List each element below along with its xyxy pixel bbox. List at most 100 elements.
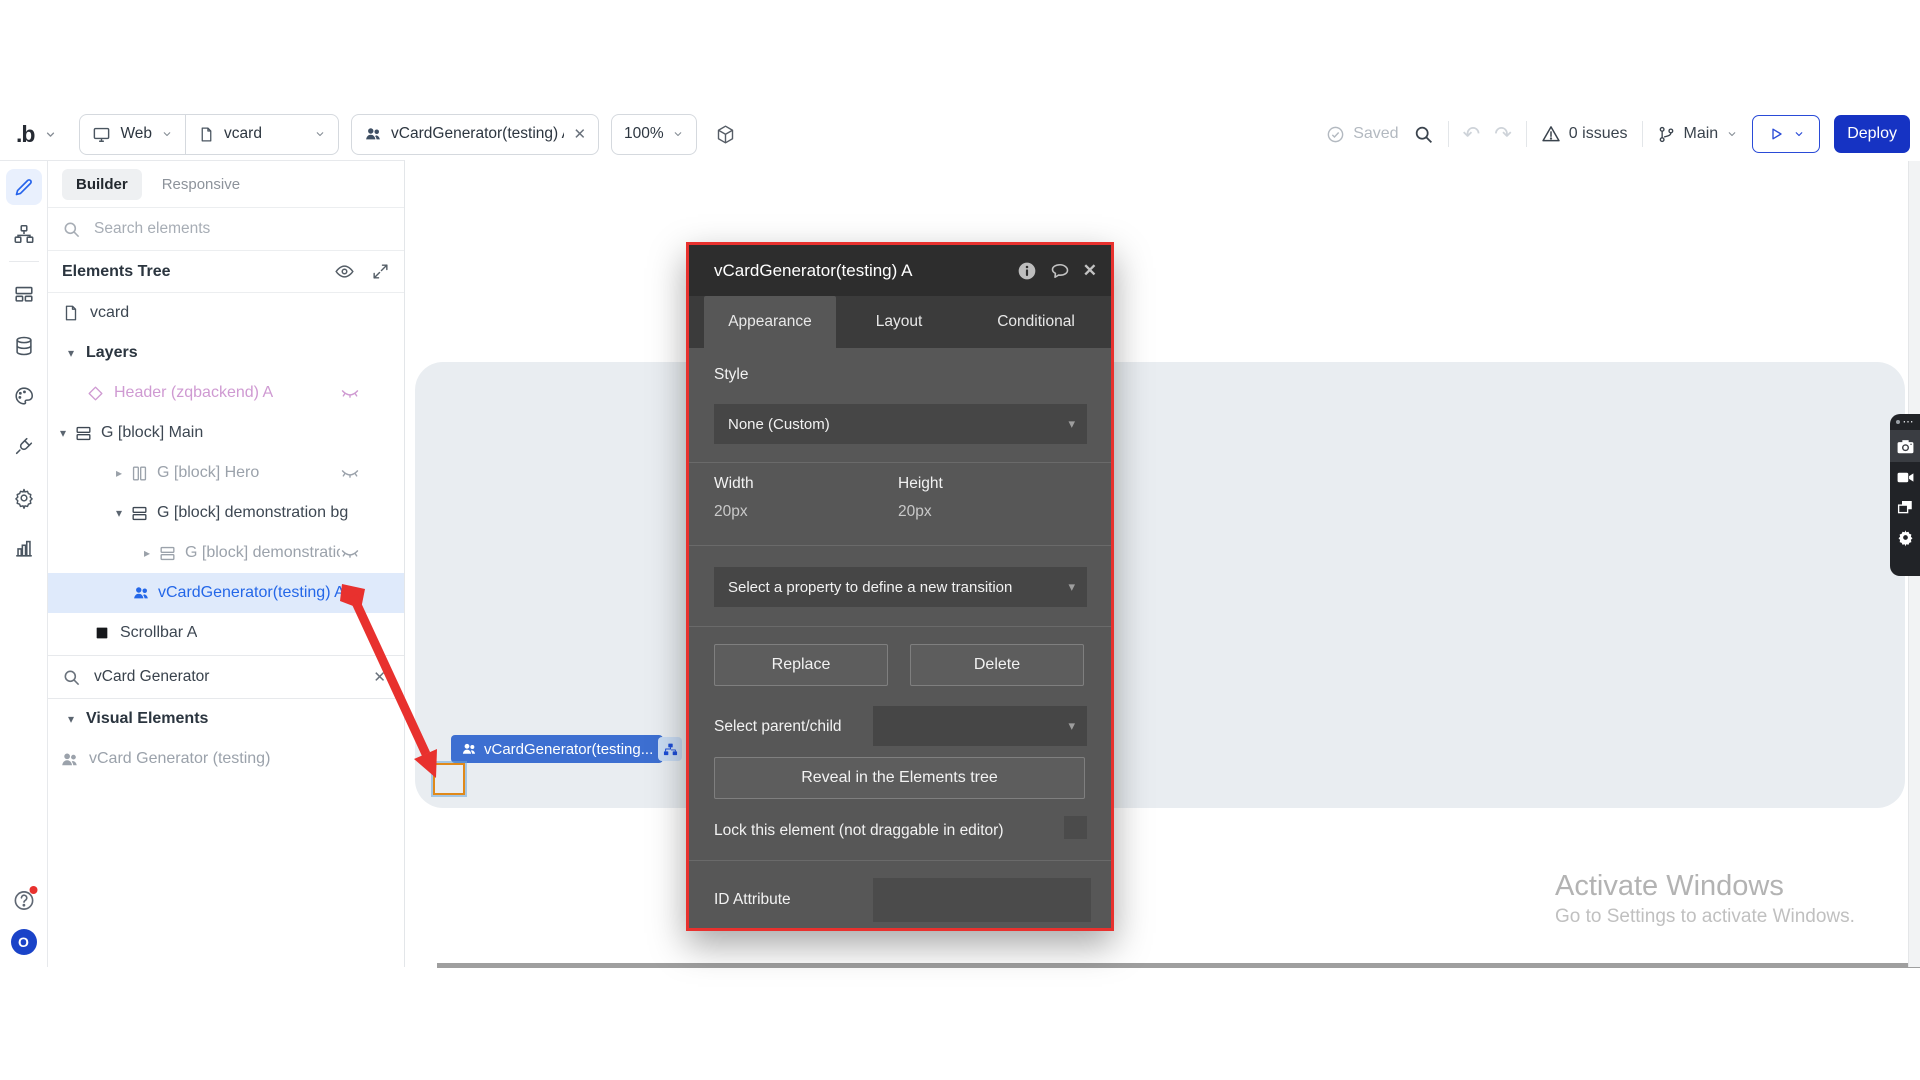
design-tab-active[interactable] — [6, 169, 42, 205]
caret-right-icon[interactable]: ▸ — [140, 546, 154, 560]
element-tab[interactable]: vCardGenerator(testing) A ✕ — [351, 114, 599, 155]
caret-down-icon[interactable]: ▾ — [64, 346, 78, 360]
id-attribute-input[interactable] — [873, 878, 1091, 922]
search-icon[interactable] — [1413, 124, 1434, 145]
zoom-dropdown[interactable]: 100% — [611, 114, 697, 155]
people-icon — [364, 125, 382, 143]
eye-icon[interactable] — [334, 261, 355, 282]
help-button[interactable] — [12, 889, 35, 912]
close-icon[interactable]: ✕ — [1083, 261, 1097, 281]
issues-indicator[interactable]: 0 issues — [1541, 124, 1628, 144]
search-icon — [62, 668, 81, 687]
logs-tab[interactable] — [13, 537, 35, 559]
chevron-down-icon[interactable] — [44, 128, 57, 141]
library-item-label: vCard Generator (testing) — [89, 750, 270, 768]
caret-down-icon[interactable]: ▾ — [112, 506, 126, 520]
redo-icon[interactable]: ↷ — [1494, 124, 1512, 145]
parent-child-label: Select parent/child — [714, 718, 842, 736]
screenshot-button[interactable] — [1890, 430, 1920, 462]
activate-windows-title: Activate Windows — [1555, 870, 1784, 903]
record-button[interactable] — [1890, 462, 1920, 492]
tree-row-block-hero[interactable]: ▸ G [block] Hero — [48, 453, 404, 493]
tab-responsive[interactable]: Responsive — [152, 169, 250, 200]
reveal-tree-chip[interactable] — [658, 737, 682, 761]
transition-dropdown[interactable]: Select a property to define a new transi… — [714, 567, 1087, 607]
undo-icon[interactable]: ↶ — [1463, 124, 1481, 145]
tree-row-block-demonstration[interactable]: ▸ G [block] demonstration — [48, 533, 404, 573]
tree-row-vcardgenerator-selected[interactable]: vCardGenerator(testing) A — [48, 573, 404, 613]
bubble-editor: .b Web — [0, 0, 1920, 1080]
play-icon — [1768, 126, 1784, 142]
horizontal-scrollbar[interactable] — [437, 963, 1920, 968]
page-dropdown[interactable]: vcard — [186, 115, 338, 154]
divider — [689, 462, 1111, 463]
delete-button[interactable]: Delete — [910, 644, 1084, 686]
design-canvas[interactable]: vCardGenerator(testing... Activate Windo… — [405, 160, 1920, 967]
parent-child-dropdown[interactable]: ▾ — [873, 706, 1087, 746]
tab-conditional[interactable]: Conditional — [962, 296, 1110, 348]
panel-tabs: Builder Responsive — [48, 161, 404, 208]
tab-builder[interactable]: Builder — [62, 169, 142, 200]
info-icon[interactable] — [1017, 261, 1037, 281]
styles-tab[interactable] — [13, 385, 35, 407]
eye-closed-icon[interactable] — [340, 543, 360, 563]
style-dropdown[interactable]: None (Custom) ▾ — [714, 404, 1087, 444]
copy-windows-icon — [1896, 498, 1914, 516]
tab-appearance[interactable]: Appearance — [704, 296, 836, 348]
comment-icon[interactable] — [1050, 261, 1070, 281]
divider — [1448, 121, 1449, 147]
platform-dropdown[interactable]: Web — [80, 115, 185, 154]
people-icon — [461, 741, 477, 757]
data-tab[interactable] — [13, 335, 35, 357]
screen-capture-extension-toolbar: ⋯ — [1890, 414, 1920, 576]
filled-square-icon — [94, 625, 110, 641]
caret-right-icon[interactable]: ▸ — [112, 466, 126, 480]
expand-icon[interactable] — [371, 262, 390, 281]
selected-element-outline[interactable] — [433, 763, 465, 795]
search-elements-input[interactable] — [92, 219, 390, 239]
selected-element-pill[interactable]: vCardGenerator(testing... — [451, 735, 663, 763]
lock-element-checkbox[interactable] — [1064, 816, 1087, 839]
chevron-down-icon — [672, 128, 684, 140]
workflow-tab[interactable] — [13, 223, 35, 245]
tree-row-label: G [block] demonstration — [185, 544, 340, 562]
library-item-vcard-generator[interactable]: vCard Generator (testing) — [48, 739, 404, 779]
app-logo[interactable]: .b — [16, 121, 57, 148]
copy-button[interactable] — [1890, 492, 1920, 522]
tree-row-layers[interactable]: ▾ Layers — [48, 333, 404, 373]
zoom-level: 100% — [624, 125, 664, 143]
clear-search-icon[interactable]: ✕ — [373, 668, 386, 686]
extension-handle[interactable]: ⋯ — [1890, 414, 1920, 430]
caret-down-icon[interactable]: ▾ — [64, 712, 78, 726]
chevron-down-icon — [161, 128, 173, 140]
section-visual-elements[interactable]: ▾ Visual Elements — [48, 699, 404, 739]
chevron-down-icon — [314, 128, 326, 140]
assistant-button[interactable]: O — [11, 929, 37, 955]
element-search-input[interactable] — [92, 667, 362, 687]
tree-row-header-element[interactable]: Header (zqbackend) A — [48, 373, 404, 413]
tab-layout[interactable]: Layout — [836, 296, 962, 348]
tree-row-block-main[interactable]: ▾ G [block] Main — [48, 413, 404, 453]
branch-selector[interactable]: Main — [1657, 125, 1739, 144]
dialog-header[interactable]: vCardGenerator(testing) A ✕ — [689, 245, 1111, 296]
eye-closed-icon[interactable] — [340, 383, 360, 403]
tree-row-block-demonstration-bg[interactable]: ▾ G [block] demonstration bg — [48, 493, 404, 533]
cube-icon[interactable] — [715, 124, 736, 145]
camera-icon — [1896, 437, 1915, 456]
reveal-in-tree-button[interactable]: Reveal in the Elements tree — [714, 757, 1085, 799]
extension-settings-button[interactable] — [1890, 522, 1920, 552]
settings-tab[interactable] — [13, 487, 35, 509]
activate-windows-subtitle: Go to Settings to activate Windows. — [1555, 906, 1855, 928]
replace-button[interactable]: Replace — [714, 644, 888, 686]
plugins-tab[interactable] — [13, 435, 35, 457]
monitor-icon — [92, 125, 111, 144]
preview-button[interactable] — [1752, 115, 1820, 153]
tree-row-page[interactable]: vcard — [48, 293, 404, 333]
close-icon[interactable]: ✕ — [573, 125, 586, 143]
caret-down-icon[interactable]: ▾ — [56, 426, 70, 440]
eye-closed-icon[interactable] — [340, 463, 360, 483]
components-tab[interactable] — [13, 283, 35, 305]
tree-row-scrollbar[interactable]: Scrollbar A — [48, 613, 404, 653]
divider — [1526, 121, 1527, 147]
deploy-button[interactable]: Deploy — [1834, 115, 1910, 153]
